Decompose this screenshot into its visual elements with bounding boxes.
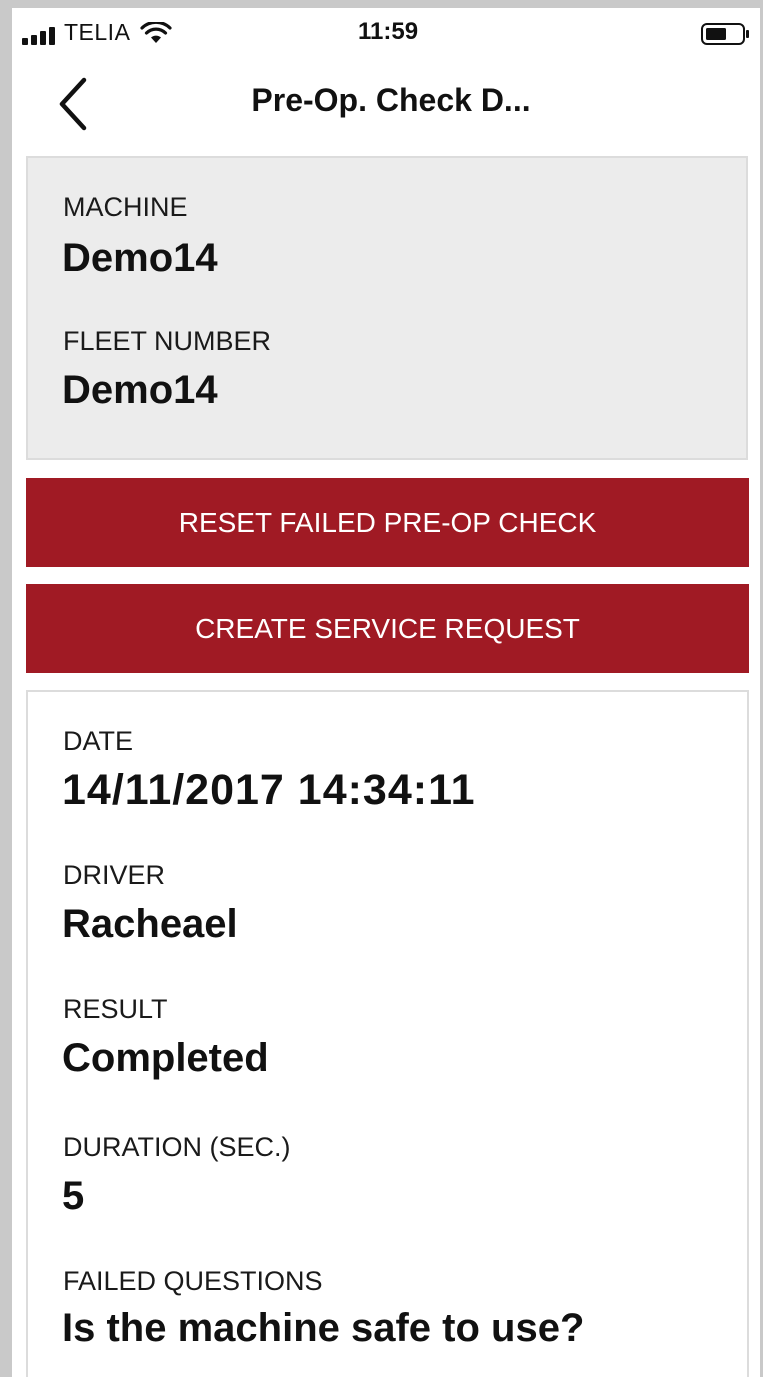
machine-label: MACHINE bbox=[63, 192, 188, 222]
create-service-request-button[interactable]: CREATE SERVICE REQUEST bbox=[26, 584, 749, 673]
signal-bars-icon bbox=[22, 27, 55, 45]
result-label: RESULT bbox=[63, 994, 168, 1024]
date-label: DATE bbox=[63, 726, 134, 756]
navigation-bar: Pre-Op. Check D... bbox=[12, 56, 760, 146]
driver-value: Racheael bbox=[62, 902, 238, 946]
duration-value: 5 bbox=[62, 1174, 85, 1218]
driver-label: DRIVER bbox=[63, 860, 166, 890]
wifi-icon bbox=[140, 22, 172, 43]
battery-icon bbox=[701, 23, 749, 45]
page-title: Pre-Op. Check D... bbox=[251, 82, 531, 118]
phone-screen: TELIA 11:59 Pre-Op. Check D... MACHINE D… bbox=[0, 0, 763, 1377]
machine-info-card: MACHINE Demo14 FLEET NUMBER Demo14 bbox=[26, 156, 748, 460]
status-bar: TELIA 11:59 bbox=[12, 8, 760, 56]
machine-value: Demo14 bbox=[62, 236, 218, 280]
status-time: 11:59 bbox=[358, 18, 419, 45]
result-value: Completed bbox=[62, 1036, 269, 1080]
check-details-card: DATE 14/11/2017 14:34:11 DRIVER Racheael… bbox=[26, 690, 749, 1377]
reset-failed-pre-op-check-button[interactable]: RESET FAILED PRE-OP CHECK bbox=[26, 478, 749, 567]
date-value: 14/11/2017 14:34:11 bbox=[62, 766, 476, 814]
failed-questions-label: FAILED QUESTIONS bbox=[63, 1266, 323, 1296]
fleet-number-label: FLEET NUMBER bbox=[63, 326, 272, 356]
duration-label: DURATION (SEC.) bbox=[63, 1132, 291, 1162]
failed-questions-value: Is the machine safe to use? bbox=[62, 1306, 585, 1350]
fleet-number-value: Demo14 bbox=[62, 368, 218, 412]
carrier-name: TELIA bbox=[64, 19, 131, 45]
